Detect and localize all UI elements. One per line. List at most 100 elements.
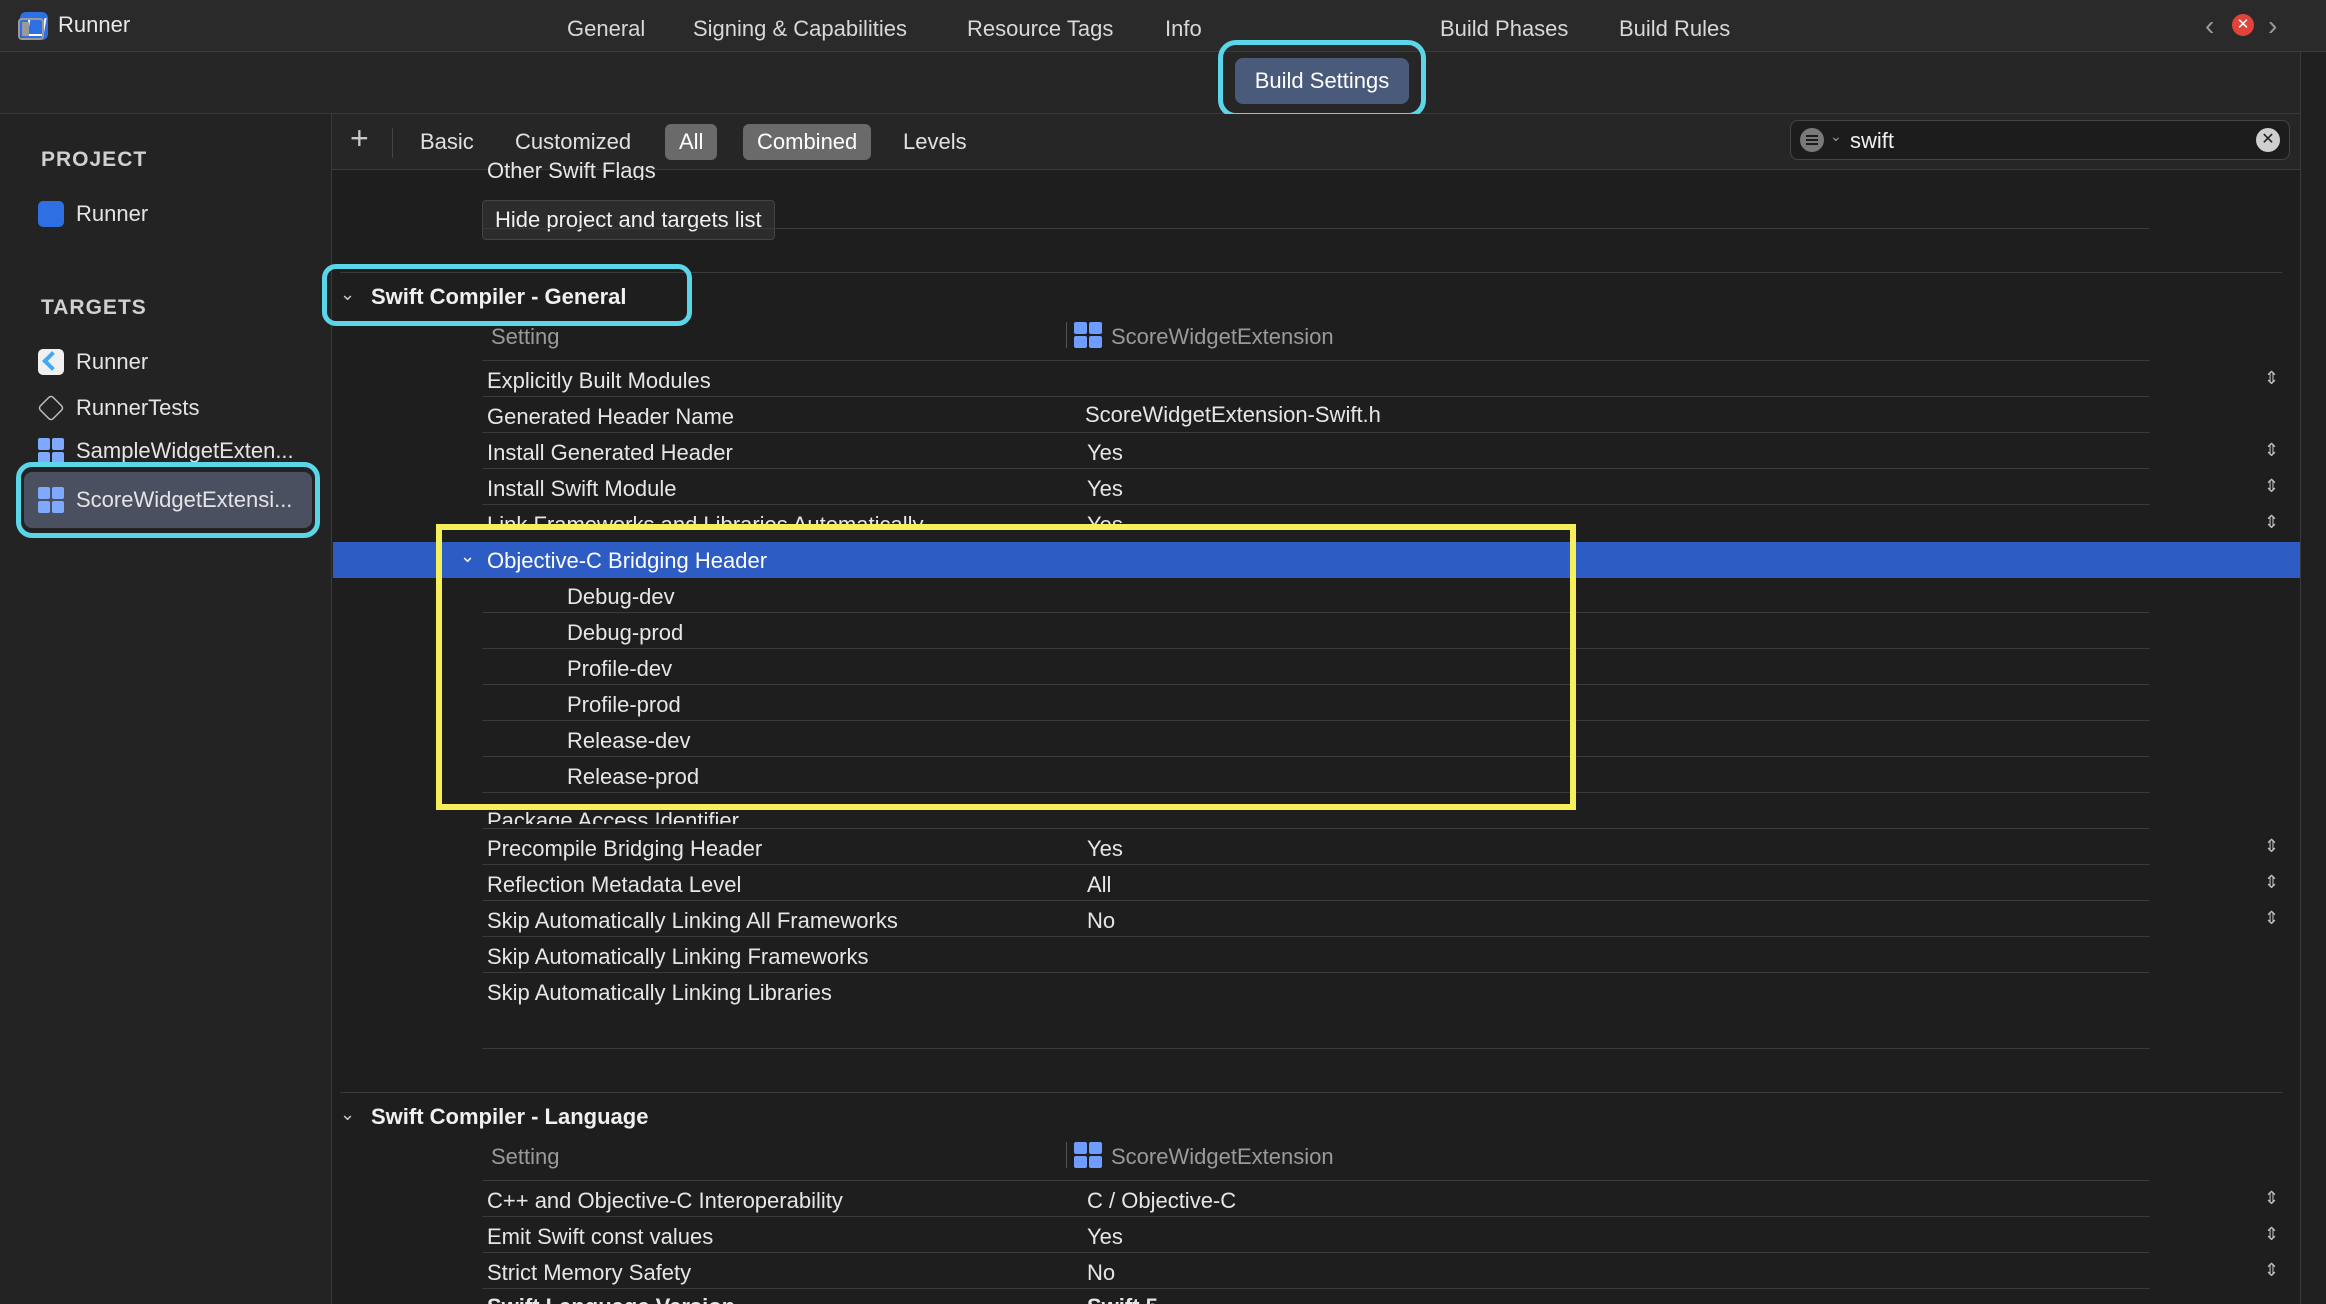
setting-value[interactable]: ScoreWidgetExtension-Swift.h bbox=[1085, 402, 1381, 428]
row-divider bbox=[482, 1252, 2150, 1253]
stepper-icon[interactable]: ⇕ bbox=[2264, 512, 2279, 533]
column-separator bbox=[1066, 1142, 1067, 1168]
row-divider bbox=[482, 504, 2150, 505]
flutter-icon bbox=[38, 349, 64, 375]
stepper-icon[interactable]: ⇕ bbox=[2264, 908, 2279, 929]
stepper-icon[interactable]: ⇕ bbox=[2264, 368, 2279, 389]
divider bbox=[392, 128, 393, 158]
row-divider bbox=[482, 432, 2150, 433]
chevron-down-icon[interactable]: ⌄ bbox=[340, 1104, 355, 1125]
setting-name[interactable]: Skip Automatically Linking All Framework… bbox=[487, 908, 898, 934]
tab-build-rules[interactable]: Build Rules bbox=[1619, 16, 1730, 42]
filter-combined-button[interactable]: Combined bbox=[743, 124, 872, 160]
setting-value[interactable]: Yes bbox=[1087, 440, 1123, 466]
tooltip: Hide project and targets list bbox=[482, 200, 775, 240]
sidebar-item-label: Runner bbox=[76, 201, 149, 226]
stepper-icon[interactable]: ⇕ bbox=[2264, 836, 2279, 857]
tab-signing-capabilities[interactable]: Signing & Capabilities bbox=[693, 16, 907, 42]
tab-info[interactable]: Info bbox=[1165, 16, 1202, 42]
stepper-icon[interactable]: ⇕ bbox=[2264, 1224, 2279, 1245]
setting-name[interactable]: Precompile Bridging Header bbox=[487, 836, 762, 862]
inspector-edge bbox=[2300, 52, 2326, 1304]
tab-resource-tags[interactable]: Resource Tags bbox=[967, 16, 1113, 42]
setting-value[interactable]: C / Objective-C bbox=[1087, 1188, 1236, 1214]
widget-target-icon bbox=[1074, 1142, 1102, 1168]
widget-target-icon bbox=[1074, 322, 1102, 348]
filter-customized-button[interactable]: Customized bbox=[515, 124, 631, 160]
widget-target-icon bbox=[38, 438, 64, 464]
row-divider bbox=[482, 864, 2150, 865]
setting-name[interactable]: Install Generated Header bbox=[487, 440, 733, 466]
section-title[interactable]: Swift Compiler - General bbox=[371, 284, 627, 310]
project-icon bbox=[38, 201, 64, 227]
section-divider bbox=[340, 1092, 2282, 1093]
chevron-down-icon[interactable]: ⌄ bbox=[1830, 128, 1842, 145]
setting-value[interactable]: Yes bbox=[1087, 1224, 1123, 1250]
chevron-down-icon[interactable]: ⌄ bbox=[340, 284, 355, 305]
stepper-icon[interactable]: ⇕ bbox=[2264, 1260, 2279, 1281]
row-divider bbox=[482, 900, 2150, 901]
column-header-target[interactable]: ScoreWidgetExtension bbox=[1111, 324, 1334, 350]
filter-levels-button[interactable]: Levels bbox=[903, 124, 967, 160]
section-title[interactable]: Swift Compiler - Language bbox=[371, 1104, 648, 1130]
setting-name[interactable]: Explicitly Built Modules bbox=[487, 368, 711, 394]
stepper-icon[interactable]: ⇕ bbox=[2264, 872, 2279, 893]
nav-forward-icon[interactable]: › bbox=[2268, 10, 2277, 42]
stepper-icon[interactable]: ⇕ bbox=[2264, 1188, 2279, 1209]
setting-name-partial: Other Swift Flags bbox=[487, 158, 656, 180]
nav-back-icon[interactable]: ‹ bbox=[2205, 10, 2214, 42]
project-navigator bbox=[0, 114, 332, 1304]
sidebar-item-target-runner[interactable]: Runner bbox=[38, 344, 148, 380]
setting-value[interactable]: Yes bbox=[1087, 836, 1123, 862]
project-header: PROJECT bbox=[41, 148, 148, 171]
stepper-icon[interactable]: ⇕ bbox=[2264, 440, 2279, 461]
clear-icon[interactable]: ✕ bbox=[2256, 128, 2280, 152]
setting-value[interactable]: No bbox=[1087, 1260, 1115, 1286]
setting-value[interactable]: All bbox=[1087, 872, 1111, 898]
setting-name[interactable]: Install Swift Module bbox=[487, 476, 677, 502]
column-header-setting[interactable]: Setting bbox=[491, 1144, 560, 1170]
search-input[interactable] bbox=[1850, 126, 2250, 156]
sidebar-item-label: RunnerTests bbox=[76, 395, 200, 420]
filter-icon[interactable] bbox=[1800, 128, 1824, 152]
title-bar bbox=[0, 0, 2326, 52]
setting-name[interactable]: Generated Header Name bbox=[487, 404, 734, 430]
setting-name[interactable]: Swift Language Version bbox=[487, 1294, 735, 1304]
filter-basic-button[interactable]: Basic bbox=[420, 124, 474, 160]
test-target-icon bbox=[38, 394, 65, 422]
row-divider bbox=[482, 468, 2150, 469]
row-divider bbox=[482, 972, 2150, 973]
row-divider bbox=[482, 828, 2150, 829]
error-badge-icon[interactable]: ✕ bbox=[2232, 14, 2254, 36]
setting-value[interactable]: Yes bbox=[1087, 476, 1123, 502]
row-divider bbox=[482, 936, 2150, 937]
column-header-setting[interactable]: Setting bbox=[491, 324, 560, 350]
stepper-icon[interactable]: ⇕ bbox=[2264, 476, 2279, 497]
targets-header: TARGETS bbox=[41, 296, 147, 319]
selected-target-highlight bbox=[16, 462, 320, 538]
tab-build-settings[interactable]: Build Settings bbox=[1235, 58, 1409, 104]
setting-name[interactable]: Skip Automatically Linking Libraries bbox=[487, 980, 832, 1006]
column-header-target[interactable]: ScoreWidgetExtension bbox=[1111, 1144, 1334, 1170]
row-divider bbox=[482, 396, 2150, 397]
tab-general[interactable]: General bbox=[567, 16, 645, 42]
setting-name[interactable]: Package Access Identifier bbox=[487, 808, 739, 824]
sidebar-toggle-icon[interactable] bbox=[18, 18, 44, 40]
setting-name[interactable]: Skip Automatically Linking Frameworks bbox=[487, 944, 868, 970]
add-setting-button[interactable]: + bbox=[350, 120, 369, 157]
window-title: Runner bbox=[58, 12, 131, 37]
sidebar-item-label: Runner bbox=[76, 349, 149, 374]
row-divider bbox=[482, 1048, 2150, 1049]
row-divider bbox=[482, 1180, 2150, 1181]
setting-name[interactable]: C++ and Objective-C Interoperability bbox=[487, 1188, 843, 1214]
setting-name[interactable]: Reflection Metadata Level bbox=[487, 872, 741, 898]
setting-name[interactable]: Strict Memory Safety bbox=[487, 1260, 691, 1286]
filter-all-button[interactable]: All bbox=[665, 124, 718, 160]
sidebar-item-target-runnertests[interactable]: RunnerTests bbox=[38, 390, 200, 426]
setting-name[interactable]: Emit Swift const values bbox=[487, 1224, 713, 1250]
setting-value[interactable]: No bbox=[1087, 908, 1115, 934]
editor-tab-bar bbox=[0, 52, 2300, 114]
tab-build-phases[interactable]: Build Phases bbox=[1440, 16, 1568, 42]
sidebar-item-project-runner[interactable]: Runner bbox=[38, 196, 148, 232]
setting-value[interactable]: Swift 5 bbox=[1087, 1294, 1158, 1304]
